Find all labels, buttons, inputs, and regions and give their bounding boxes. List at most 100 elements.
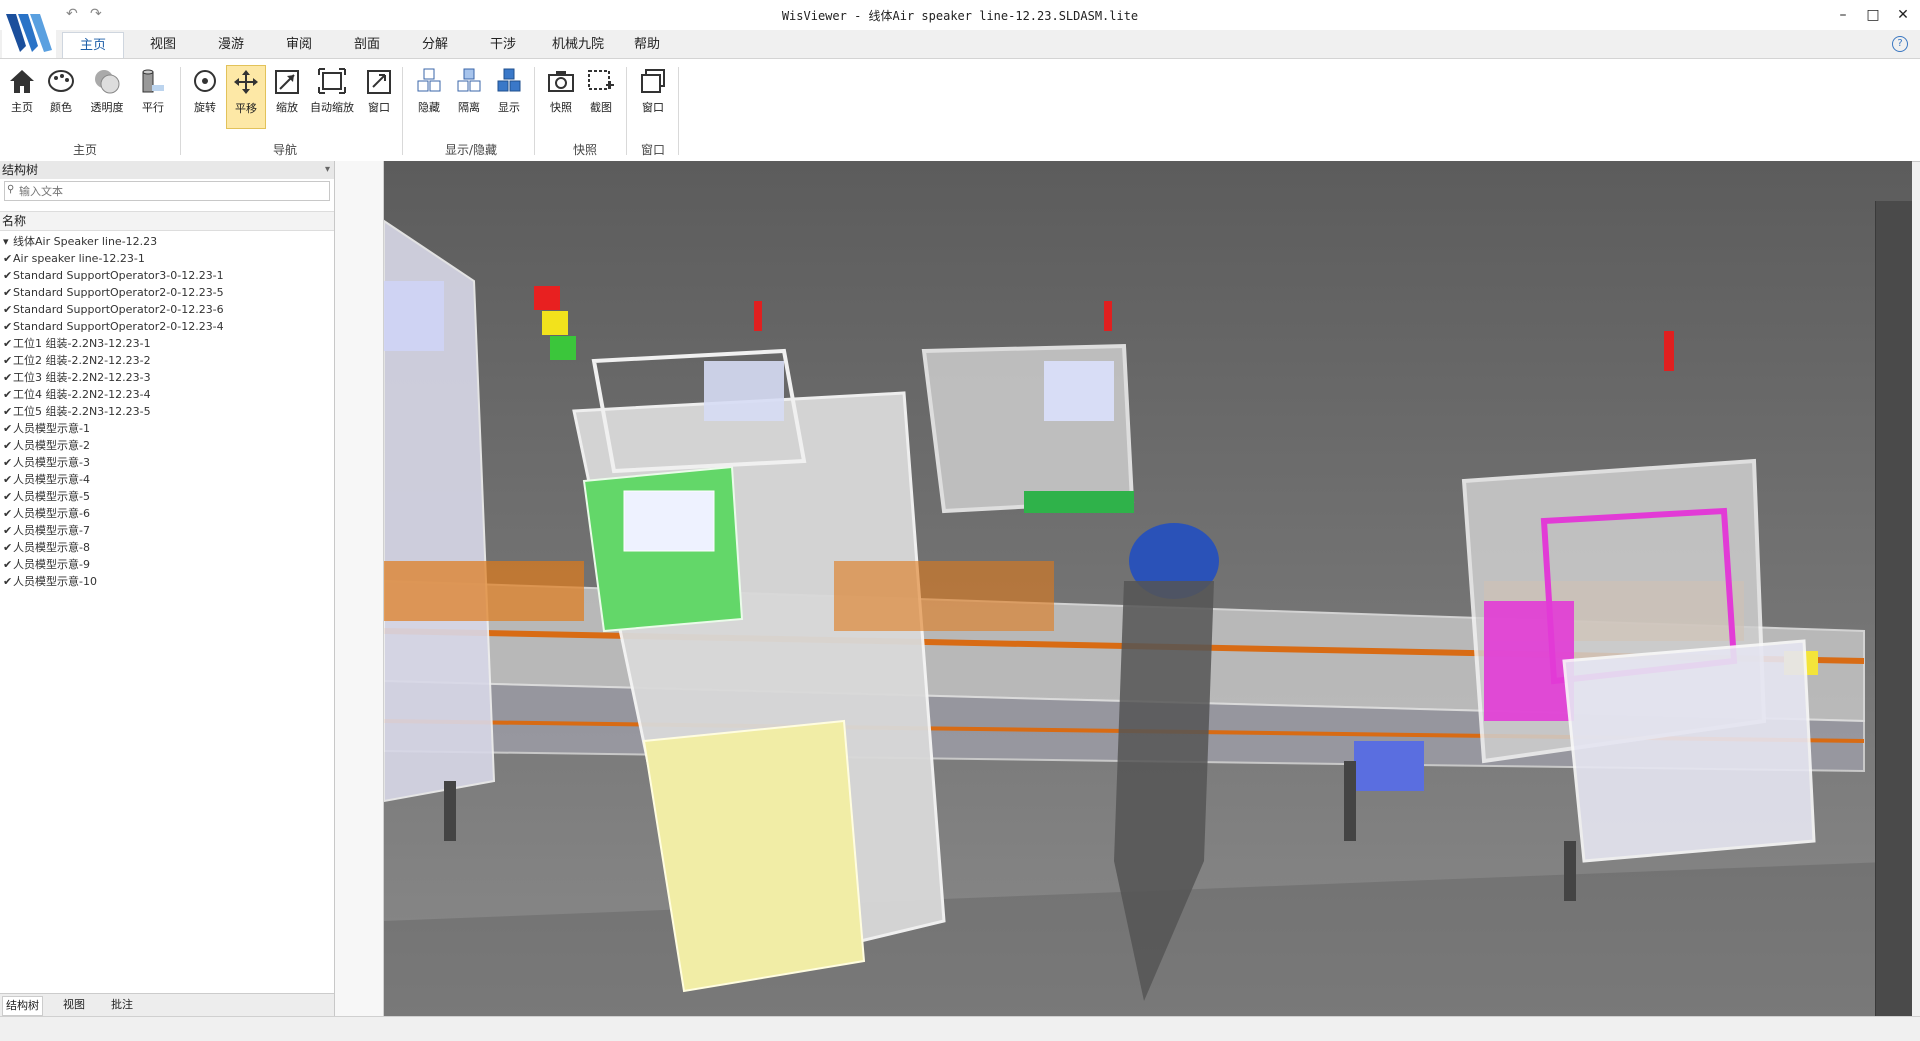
tab-view[interactable]: 视图: [138, 32, 188, 58]
tab-annotations[interactable]: 批注: [108, 996, 136, 1014]
check-icon[interactable]: ✔: [3, 318, 13, 335]
group-window-label: 窗口: [640, 143, 665, 157]
tree-item[interactable]: ✔工位5 组装-2.2N3-12.23-5: [0, 403, 334, 420]
viewport-side-toolbar[interactable]: [1875, 201, 1912, 1016]
tree-item[interactable]: ✔Standard SupportOperator2-0-12.23-5: [0, 284, 334, 301]
tab-walkthrough[interactable]: 漫游: [206, 32, 256, 58]
check-icon[interactable]: ✔: [3, 505, 13, 522]
transparency-button[interactable]: 透明度: [84, 65, 130, 127]
show-button[interactable]: 显示: [490, 65, 528, 127]
tree-item[interactable]: ✔人员模型示意-6: [0, 505, 334, 522]
check-icon[interactable]: ✔: [3, 454, 13, 471]
pan-label: 平移: [235, 102, 257, 115]
tab-help[interactable]: 帮助: [622, 32, 672, 58]
tree-item[interactable]: ✔人员模型示意-10: [0, 573, 334, 590]
zoom-window-button[interactable]: 窗口: [360, 65, 398, 127]
tab-section[interactable]: 剖面: [342, 32, 392, 58]
minimize-button[interactable]: –: [1826, 4, 1860, 26]
panel-splitter-strip[interactable]: [335, 161, 384, 1016]
3d-viewport[interactable]: [384, 161, 1912, 1016]
parallel-button[interactable]: 平行: [134, 65, 172, 127]
rotate-button[interactable]: 旋转: [186, 65, 224, 127]
area-capture-icon: [588, 70, 614, 90]
panel-title: 结构树: [2, 163, 39, 177]
group-separator: [626, 67, 627, 155]
check-icon[interactable]: ✔: [3, 369, 13, 386]
group-display-hide-label: 显示/隐藏: [444, 143, 498, 157]
close-button[interactable]: ✕: [1886, 4, 1920, 26]
tab-views[interactable]: 视图: [60, 996, 88, 1014]
check-icon[interactable]: ✔: [3, 437, 13, 454]
snapshot-button[interactable]: 快照: [542, 65, 580, 127]
tab-review[interactable]: 审阅: [274, 32, 324, 58]
search-box: ⚲: [4, 181, 330, 201]
hide-button[interactable]: 隐藏: [410, 65, 448, 127]
tab-machinery-institute[interactable]: 机械九院: [540, 32, 616, 58]
tree-item[interactable]: ✔人员模型示意-3: [0, 454, 334, 471]
check-icon[interactable]: ✔: [3, 420, 13, 437]
check-icon[interactable]: ✔: [3, 301, 13, 318]
tab-interference[interactable]: 干涉: [478, 32, 528, 58]
maximize-button[interactable]: □: [1856, 4, 1890, 26]
home-icon: [10, 70, 34, 93]
tree-item[interactable]: ✔工位4 组装-2.2N2-12.23-4: [0, 386, 334, 403]
tree-item[interactable]: ✔人员模型示意-1: [0, 420, 334, 437]
panel-header: 结构树 ▾: [0, 161, 334, 179]
window-button[interactable]: 窗口: [634, 65, 672, 127]
tree-item[interactable]: ✔Standard SupportOperator3-0-12.23-1: [0, 267, 334, 284]
area-capture-label: 截图: [590, 101, 612, 114]
home-button[interactable]: 主页: [3, 65, 41, 127]
parallel-label: 平行: [142, 101, 164, 114]
tree-item[interactable]: ✔工位1 组装-2.2N3-12.23-1: [0, 335, 334, 352]
color-button[interactable]: 颜色: [42, 65, 80, 127]
tree-item[interactable]: ✔Air speaker line-12.23-1: [0, 250, 334, 267]
check-icon[interactable]: ✔: [3, 488, 13, 505]
pin-icon[interactable]: ▾: [325, 161, 330, 179]
assembly-line-model[interactable]: [384, 161, 1912, 1016]
zoom-fit-button[interactable]: 自动缩放: [308, 65, 356, 127]
area-capture-button[interactable]: 截图: [582, 65, 620, 127]
zoom-label: 缩放: [276, 101, 298, 114]
check-icon[interactable]: ✔: [3, 386, 13, 403]
column-header-name[interactable]: 名称: [0, 211, 334, 231]
window-icon: [641, 69, 665, 93]
group-separator: [678, 67, 679, 155]
tree-item-root[interactable]: ▾ 线体Air Speaker line-12.23: [0, 233, 334, 250]
tree-item[interactable]: ✔工位2 组装-2.2N2-12.23-2: [0, 352, 334, 369]
pan-button[interactable]: 平移: [226, 65, 266, 129]
help-icon[interactable]: ?: [1892, 36, 1908, 52]
check-icon[interactable]: ✔: [3, 522, 13, 539]
search-input[interactable]: [5, 182, 321, 200]
check-icon[interactable]: ✔: [3, 471, 13, 488]
check-icon[interactable]: ✔: [3, 250, 13, 267]
expand-icon[interactable]: ▾: [3, 233, 13, 250]
group-separator: [402, 67, 403, 155]
tree-item[interactable]: ✔人员模型示意-8: [0, 539, 334, 556]
tree-item[interactable]: ✔Standard SupportOperator2-0-12.23-6: [0, 301, 334, 318]
tree-item[interactable]: ✔工位3 组装-2.2N2-12.23-3: [0, 369, 334, 386]
tab-explode[interactable]: 分解: [410, 32, 460, 58]
tab-structure-tree[interactable]: 结构树: [2, 996, 43, 1016]
check-icon[interactable]: ✔: [3, 352, 13, 369]
check-icon[interactable]: ✔: [3, 403, 13, 420]
isolate-button[interactable]: 隔离: [450, 65, 488, 127]
tree-item[interactable]: ✔人员模型示意-4: [0, 471, 334, 488]
check-icon[interactable]: ✔: [3, 556, 13, 573]
check-icon[interactable]: ✔: [3, 335, 13, 352]
check-icon[interactable]: ✔: [3, 284, 13, 301]
check-icon[interactable]: ✔: [3, 573, 13, 590]
tree-item[interactable]: ✔人员模型示意-2: [0, 437, 334, 454]
cylinder-icon: [142, 69, 164, 93]
tree-item[interactable]: ✔Standard SupportOperator2-0-12.23-4: [0, 318, 334, 335]
tab-home[interactable]: 主页: [62, 32, 124, 59]
tree-item[interactable]: ✔人员模型示意-7: [0, 522, 334, 539]
tree-item[interactable]: ✔人员模型示意-5: [0, 488, 334, 505]
zoom-window-label: 窗口: [368, 101, 390, 114]
zoom-button[interactable]: 缩放: [268, 65, 306, 127]
tree-item[interactable]: ✔人员模型示意-9: [0, 556, 334, 573]
structure-tree-panel: 结构树 ▾ ⚲ 名称 ▾线体Air Speaker line-12.23 ✔Ai…: [0, 161, 335, 1016]
check-icon[interactable]: ✔: [3, 267, 13, 284]
rotate-label: 旋转: [194, 101, 216, 114]
check-icon[interactable]: ✔: [3, 539, 13, 556]
group-navigate-label: 导航: [272, 143, 297, 157]
